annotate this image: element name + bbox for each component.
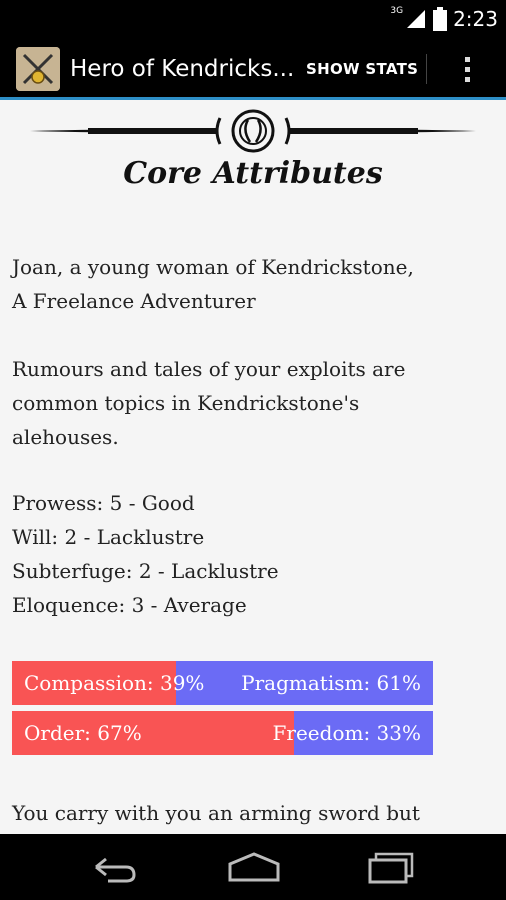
equipment-paragraph: You carry with you an arming sword but (12, 801, 420, 825)
app-title: Hero of Kendricks... (70, 56, 295, 82)
action-bar: Hero of Kendricks... SHOW STATS (0, 38, 506, 100)
character-intro: Joan, a young woman of Kendrickstone, A … (12, 250, 492, 318)
intro-line: Joan, a young woman of Kendrickstone, (12, 255, 414, 279)
action-divider (426, 54, 427, 84)
stat-prowess: Prowess: 5 - Good (12, 491, 195, 515)
app-icon[interactable] (16, 47, 60, 91)
stat-subterfuge: Subterfuge: 2 - Lacklustre (12, 559, 279, 583)
order-label: Order: 67% (24, 721, 142, 745)
rumour-line: Rumours and tales of your exploits are (12, 357, 406, 381)
stats-list: Prowess: 5 - Good Will: 2 - Lacklustre S… (12, 486, 492, 622)
page-title: Core Attributes (123, 156, 383, 191)
ornament-icon (30, 109, 476, 153)
status-icons: 3G 2:23 (386, 0, 498, 38)
rumour-line: alehouses. (12, 425, 119, 449)
rumour-line: common topics in Kendrickstone's (12, 391, 360, 415)
signal-icon (407, 10, 426, 28)
stat-will: Will: 2 - Lacklustre (12, 525, 205, 549)
network-type: 3G (390, 6, 404, 16)
pragmatism-label: Pragmatism: 61% (241, 671, 421, 695)
clock: 2:23 (453, 7, 498, 31)
overflow-menu-icon[interactable] (454, 38, 480, 100)
home-icon[interactable] (226, 848, 282, 886)
intro-line: A Freelance Adventurer (12, 289, 256, 313)
battery-icon (433, 7, 448, 31)
navigation-bar (0, 834, 506, 900)
compassion-pragmatism-bar: Compassion: 39% Pragmatism: 61% (12, 661, 433, 705)
order-freedom-bar: Order: 67% Freedom: 33% (12, 711, 433, 755)
show-stats-button[interactable]: SHOW STATS (306, 38, 418, 100)
recent-apps-icon[interactable] (366, 848, 422, 886)
status-bar: 3G 2:23 (0, 0, 506, 38)
content-area[interactable]: Core Attributes Joan, a young woman of K… (0, 100, 506, 834)
stat-eloquence: Eloquence: 3 - Average (12, 593, 247, 617)
freedom-label: Freedom: 33% (272, 721, 421, 745)
compassion-label: Compassion: 39% (24, 671, 205, 695)
rumours-paragraph: Rumours and tales of your exploits are c… (12, 352, 492, 454)
back-icon[interactable] (86, 848, 142, 886)
